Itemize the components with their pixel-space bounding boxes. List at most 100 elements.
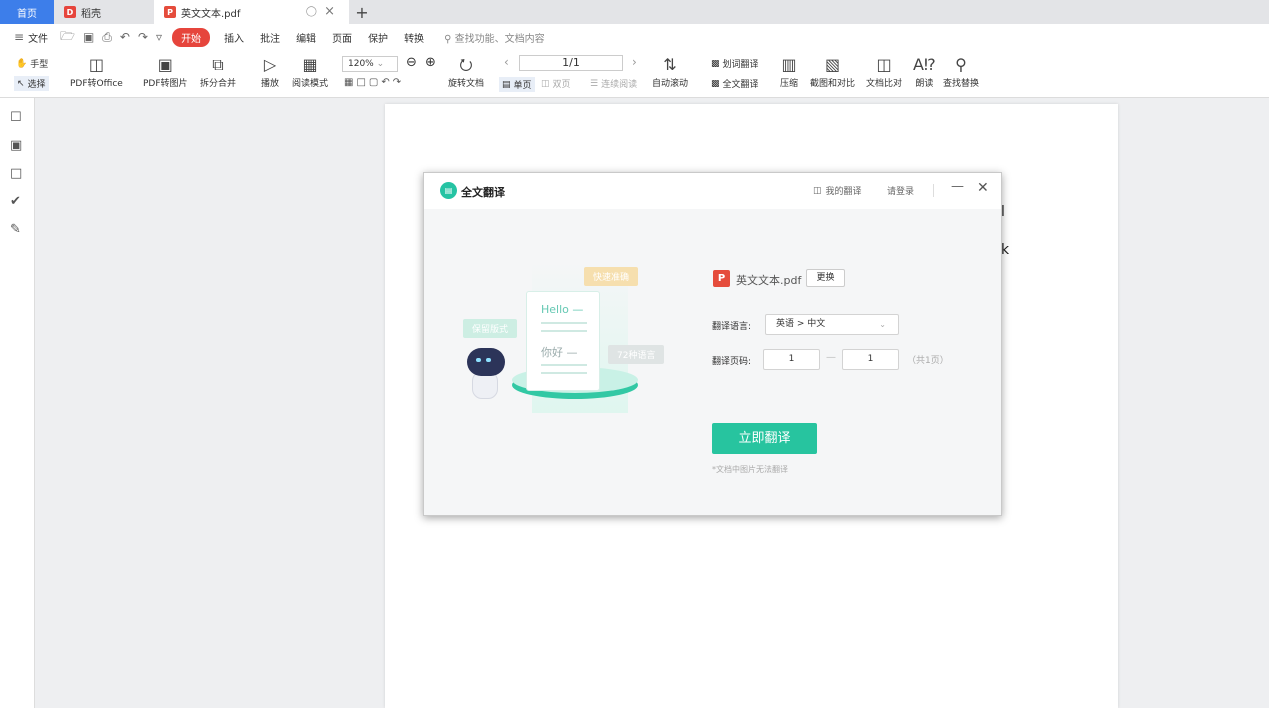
read-mode-button[interactable]: ▦ 阅读模式 xyxy=(292,54,328,89)
tab-document[interactable]: P 英文文本.pdf ◯ × xyxy=(154,0,349,24)
compress-icon: ▥ xyxy=(781,55,797,74)
bookmark-icon[interactable]: ☐ xyxy=(10,110,22,125)
prev-page-icon[interactable]: ‹ xyxy=(504,55,509,69)
divider xyxy=(933,184,934,197)
dropdown-icon[interactable]: ▿ xyxy=(152,30,166,44)
robot-eye xyxy=(476,358,481,362)
hamburger-icon[interactable]: ≡ xyxy=(10,30,28,44)
doc-compare-button[interactable]: ◫ 文档比对 xyxy=(866,54,902,89)
page-number-input[interactable]: 1/1 xyxy=(519,55,623,71)
rotate-left-icon: ↶ xyxy=(381,77,390,88)
text-line xyxy=(541,372,587,374)
tab-daoke-label: 稻壳 xyxy=(81,8,101,20)
word-translate-icon: ▩ xyxy=(711,58,720,69)
print-icon[interactable]: ⎙ xyxy=(98,30,116,45)
signature-icon[interactable]: ✎ xyxy=(10,222,21,237)
zoom-select[interactable]: 120% ⌄ xyxy=(342,56,398,72)
menu-start[interactable]: 开始 xyxy=(172,27,211,47)
page-text-fragment: k xyxy=(1001,242,1010,258)
menu-annotate[interactable]: 批注 xyxy=(252,30,288,45)
attachment-icon[interactable]: ✔ xyxy=(10,194,21,209)
single-page-button[interactable]: ▤ 单页 xyxy=(499,77,535,92)
history-icon: ◫ xyxy=(813,185,822,196)
tab-daoke[interactable]: D 稻壳 xyxy=(54,0,154,24)
auto-scroll-button[interactable]: ⇅ 自动滚动 xyxy=(652,54,688,89)
select-tool-button[interactable]: ↖ 选择 xyxy=(14,76,49,91)
play-button[interactable]: ▷ 播放 xyxy=(261,54,279,89)
page-to-input[interactable]: 1 xyxy=(842,349,899,370)
rotate-doc-button[interactable]: ⭮ 旋转文档 xyxy=(448,54,484,89)
robot-eye xyxy=(486,358,491,362)
translate-now-button[interactable]: 立即翻译 xyxy=(712,423,817,454)
split-merge-icon: ⧉ xyxy=(212,55,224,74)
save-icon[interactable]: ▣ xyxy=(79,30,98,44)
my-translation-link[interactable]: ◫ 我的翻译 xyxy=(813,184,862,198)
double-page-button[interactable]: ◫ 双页 xyxy=(541,77,571,91)
full-translate-dialog: ▤ 全文翻译 ◫ 我的翻译 请登录 — ✕ Hello — 你好 — 快速准确 保… xyxy=(423,172,1002,516)
find-replace-button[interactable]: ⚲ 查找替换 xyxy=(943,54,979,89)
minimize-icon[interactable]: — xyxy=(951,179,964,194)
bubble-keep-layout: 保留版式 xyxy=(463,319,518,338)
play-icon: ▷ xyxy=(263,55,277,74)
chevron-down-icon: ⌄ xyxy=(376,59,385,69)
full-translate-button[interactable]: ▩ 全文翻译 xyxy=(711,77,759,91)
hello-text: Hello — xyxy=(541,303,584,316)
zoom-out-icon[interactable]: ⊖ xyxy=(406,55,417,70)
zoom-in-icon[interactable]: ⊕ xyxy=(425,55,436,70)
dialog-header: ▤ 全文翻译 ◫ 我的翻译 请登录 — ✕ xyxy=(424,173,1001,209)
bubble-fast: 快速准确 xyxy=(584,267,639,286)
pdf-to-image-button[interactable]: ▣ PDF转图片 xyxy=(143,54,188,89)
open-folder-icon[interactable]: 🗁 xyxy=(56,27,79,48)
menu-page[interactable]: 页面 xyxy=(324,30,360,45)
hand-tool-button[interactable]: ✋ 手型 xyxy=(16,57,48,71)
actual-size-icon: ▦ xyxy=(344,77,354,88)
redo-icon[interactable]: ↷ xyxy=(134,30,152,44)
magnifier-icon: ⚲ xyxy=(955,55,967,74)
word-translate-button[interactable]: ▩ 划词翻译 xyxy=(711,57,759,71)
menu-protect[interactable]: 保护 xyxy=(360,30,396,45)
fit-page-icon: ▢ xyxy=(368,77,379,88)
tab-home[interactable]: 首页 xyxy=(0,0,54,24)
login-link[interactable]: 请登录 xyxy=(887,184,914,197)
pin-icon[interactable]: ◯ xyxy=(306,6,317,17)
rotate-doc-icon: ⭮ xyxy=(459,55,473,74)
search-box[interactable]: ⚲ 查找功能、文档内容 xyxy=(432,30,545,45)
page-from-input[interactable]: 1 xyxy=(763,349,820,370)
hand-icon: ✋ xyxy=(16,58,28,69)
continuous-read-button[interactable]: ☰ 连续阅读 xyxy=(590,77,637,91)
undo-icon[interactable]: ↶ xyxy=(116,30,134,44)
next-page-icon[interactable]: › xyxy=(632,55,637,69)
chevron-down-icon: ⌄ xyxy=(879,320,886,329)
search-placeholder: 查找功能、文档内容 xyxy=(454,33,545,45)
menu-edit[interactable]: 编辑 xyxy=(288,30,324,45)
pdf-to-office-button[interactable]: ◫ PDF转Office xyxy=(70,54,123,89)
rotate-right-icon: ↷ xyxy=(392,77,402,88)
menu-file[interactable]: 文件 xyxy=(28,30,56,45)
translate-illustration: Hello — 你好 — 快速准确 保留版式 72种语言 xyxy=(460,253,710,453)
close-icon[interactable]: × xyxy=(324,4,335,19)
close-icon[interactable]: ✕ xyxy=(977,180,989,196)
new-tab-button[interactable]: + xyxy=(349,0,375,24)
split-merge-button[interactable]: ⧉ 拆分合并 xyxy=(200,54,236,89)
compress-button[interactable]: ▥ 压缩 xyxy=(780,54,798,89)
full-translate-icon: ▩ xyxy=(711,78,720,89)
screenshot-compare-button[interactable]: ▧ 截图和对比 xyxy=(810,54,855,89)
menu-convert[interactable]: 转换 xyxy=(396,30,432,45)
read-aloud-button[interactable]: A⁉ 朗读 xyxy=(913,54,936,89)
double-page-icon: ◫ xyxy=(541,78,550,89)
bubble-72-languages: 72种语言 xyxy=(608,345,665,364)
language-select[interactable]: 英语 > 中文 ⌄ xyxy=(765,314,899,335)
change-file-button[interactable]: 更换 xyxy=(806,269,845,287)
tab-bar: 首页 D 稻壳 P 英文文本.pdf ◯ × + xyxy=(0,0,1269,24)
range-dash: — xyxy=(826,352,836,363)
view-tools[interactable]: ▦ □ ▢ ↶ ↷ xyxy=(344,77,401,88)
image-note: *文档中图片无法翻译 xyxy=(712,465,788,474)
comment-icon[interactable]: □ xyxy=(10,166,22,181)
language-label: 翻译语言: xyxy=(712,322,752,332)
fit-width-icon: □ xyxy=(356,77,366,88)
pdf-icon: P xyxy=(164,6,176,18)
scroll-paper: Hello — 你好 — xyxy=(526,291,600,391)
thumbnail-icon[interactable]: ▣ xyxy=(10,138,22,153)
pdf-file-icon: P xyxy=(713,270,730,287)
menu-insert[interactable]: 插入 xyxy=(216,30,252,45)
